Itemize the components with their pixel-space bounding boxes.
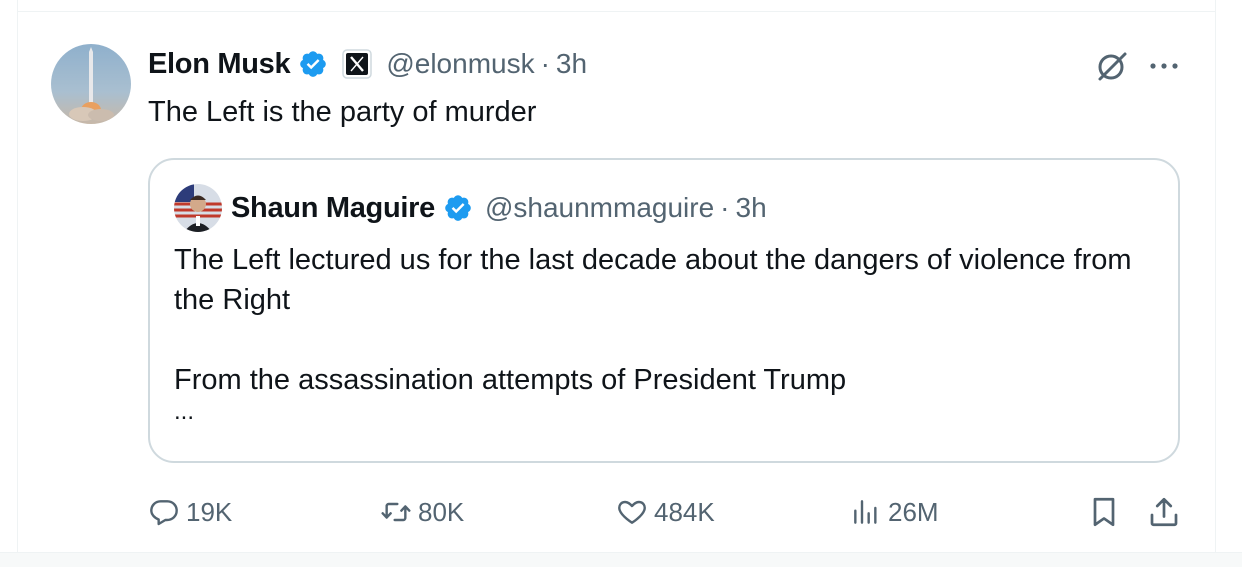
author-avatar[interactable]: [51, 44, 131, 124]
timeline-border-right: [1215, 0, 1216, 552]
tweet-text: The Left is the party of murder: [148, 96, 537, 128]
grok-icon[interactable]: [1094, 48, 1130, 84]
share-button[interactable]: [1146, 494, 1182, 530]
view-count: 26M: [888, 496, 939, 527]
share-icon: [1150, 497, 1178, 527]
author-name[interactable]: Elon Musk: [148, 48, 291, 81]
quoted-tweet-card[interactable]: Shaun Maguire @shaunmmaguire · 3h The Le…: [148, 158, 1180, 463]
quoted-author-avatar[interactable]: [174, 184, 222, 232]
timeline-divider-bottom: [0, 552, 1242, 567]
views-icon: [854, 500, 877, 524]
quoted-tweet-text: The Left lectured us for the last decade…: [174, 240, 1164, 424]
quoted-tweet-header: Shaun Maguire @shaunmmaguire · 3h: [231, 187, 767, 229]
reply-count: 19K: [186, 496, 233, 527]
separator-dot: ·: [720, 192, 730, 223]
verified-badge-icon[interactable]: [443, 193, 473, 223]
quoted-paragraph: The Left lectured us for the last decade…: [174, 244, 1132, 316]
timeline-divider-top: [17, 11, 1216, 12]
reply-button[interactable]: 19K: [148, 490, 232, 534]
quoted-author-name[interactable]: Shaun Maguire: [231, 192, 435, 225]
repost-button[interactable]: 80K: [380, 490, 464, 534]
heart-icon: [618, 500, 646, 524]
timeline-border-left: [17, 0, 18, 552]
tweet-header: Elon Musk @elonmusk · 3h: [148, 44, 587, 84]
more-icon[interactable]: [1146, 54, 1182, 78]
reply-icon: [150, 500, 178, 526]
verified-badge-icon[interactable]: [298, 49, 328, 79]
x-logo-icon[interactable]: [342, 49, 373, 79]
tweet-timestamp[interactable]: 3h: [556, 48, 587, 80]
like-count: 484K: [654, 496, 715, 527]
bookmark-button[interactable]: [1086, 494, 1122, 530]
views-button[interactable]: 26M: [850, 490, 939, 534]
separator-dot: ·: [540, 48, 550, 79]
quoted-tweet-timestamp[interactable]: 3h: [736, 192, 767, 224]
repost-count: 80K: [418, 496, 465, 527]
tweet-action-bar: 19K 80K 484K 26M: [0, 490, 1242, 534]
repost-icon: [381, 502, 411, 522]
author-handle[interactable]: @elonmusk: [386, 48, 534, 80]
quoted-paragraph: From the assassination attempts of Presi…: [174, 364, 847, 396]
quoted-author-handle[interactable]: @shaunmmaguire: [485, 192, 714, 224]
like-button[interactable]: 484K: [616, 490, 715, 534]
bookmark-icon: [1093, 497, 1115, 527]
quoted-truncation-ellipsis: ...: [174, 398, 195, 425]
